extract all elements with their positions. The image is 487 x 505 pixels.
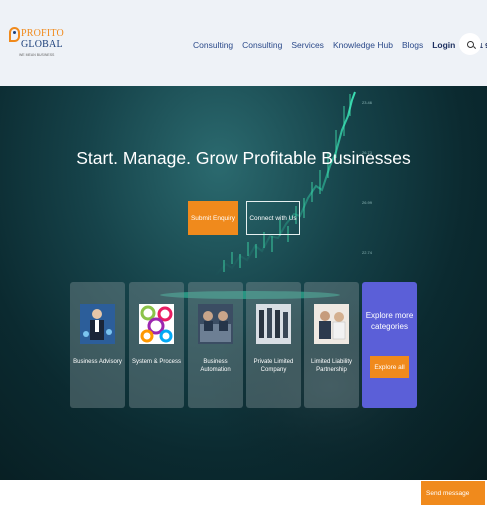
category-label: Business Advisory [73, 359, 122, 365]
search-icon [466, 40, 474, 48]
site-header: PROFITO GLOBAL WE MEAN BUSINESS Consulti… [0, 0, 487, 86]
explore-all-button[interactable]: Explore all [370, 356, 409, 378]
category-label: Private Limited Company [253, 359, 294, 373]
nav-item-consulting[interactable]: Consulting [193, 40, 233, 50]
brand-logo[interactable]: PROFITO GLOBAL WE MEAN BUSINESS [9, 27, 64, 63]
nav-item-blogs[interactable]: Blogs [402, 40, 423, 50]
nav-item-knowledge-hub[interactable]: Knowledge Hub [333, 40, 393, 50]
private-limited-image [256, 304, 291, 344]
llp-image [314, 304, 349, 344]
svg-text:22.74: 22.74 [362, 250, 373, 255]
svg-text:26.99: 26.99 [362, 200, 373, 205]
page-footer-strip [0, 480, 487, 505]
page: PROFITO GLOBAL WE MEAN BUSINESS Consulti… [0, 0, 487, 505]
category-card-llp[interactable]: Limited Liability Partnership [304, 282, 359, 408]
search-button[interactable] [459, 33, 481, 55]
logo-word-2: GLOBAL [21, 39, 63, 50]
explore-more-card[interactable]: Explore more categories Explore all [362, 282, 417, 408]
hero-title: Start. Manage. Grow Profitable Businesse… [76, 148, 411, 168]
category-label: Business Automation [200, 359, 231, 373]
business-automation-image [198, 304, 233, 344]
svg-text:23.46: 23.46 [362, 100, 373, 105]
logo-pin-icon [9, 27, 20, 42]
category-cards: Business Advisory System & Process Busin… [70, 282, 417, 408]
logo-word-1: PROFITO [21, 28, 64, 39]
category-label: System & Process [131, 359, 181, 365]
logo-tagline: WE MEAN BUSINESS [19, 53, 55, 57]
system-process-image [139, 304, 174, 344]
business-advisory-image [80, 304, 115, 344]
category-card-business-advisory[interactable]: Business Advisory [70, 282, 125, 408]
category-label: Limited Liability Partnership [310, 359, 353, 373]
submit-enquiry-button[interactable]: Submit Enquiry [188, 201, 238, 235]
main-nav: Consulting Consulting Services Knowledge… [193, 38, 487, 52]
category-card-system-process[interactable]: System & Process [129, 282, 184, 408]
login-link[interactable]: Login [432, 40, 455, 50]
nav-item-services[interactable]: Services [291, 40, 324, 50]
hero-section: 23.46 26.73 26.99 22.74 Start. Manage. G… [0, 86, 487, 480]
category-card-private-limited[interactable]: Private Limited Company [246, 282, 301, 408]
explore-more-title: Explore more categories [365, 311, 414, 331]
connect-with-us-button[interactable]: Connect with Us [246, 201, 300, 235]
nav-item-consulting-2[interactable]: Consulting [242, 40, 282, 50]
send-message-button[interactable]: Send message [421, 481, 485, 505]
category-card-business-automation[interactable]: Business Automation [188, 282, 243, 408]
